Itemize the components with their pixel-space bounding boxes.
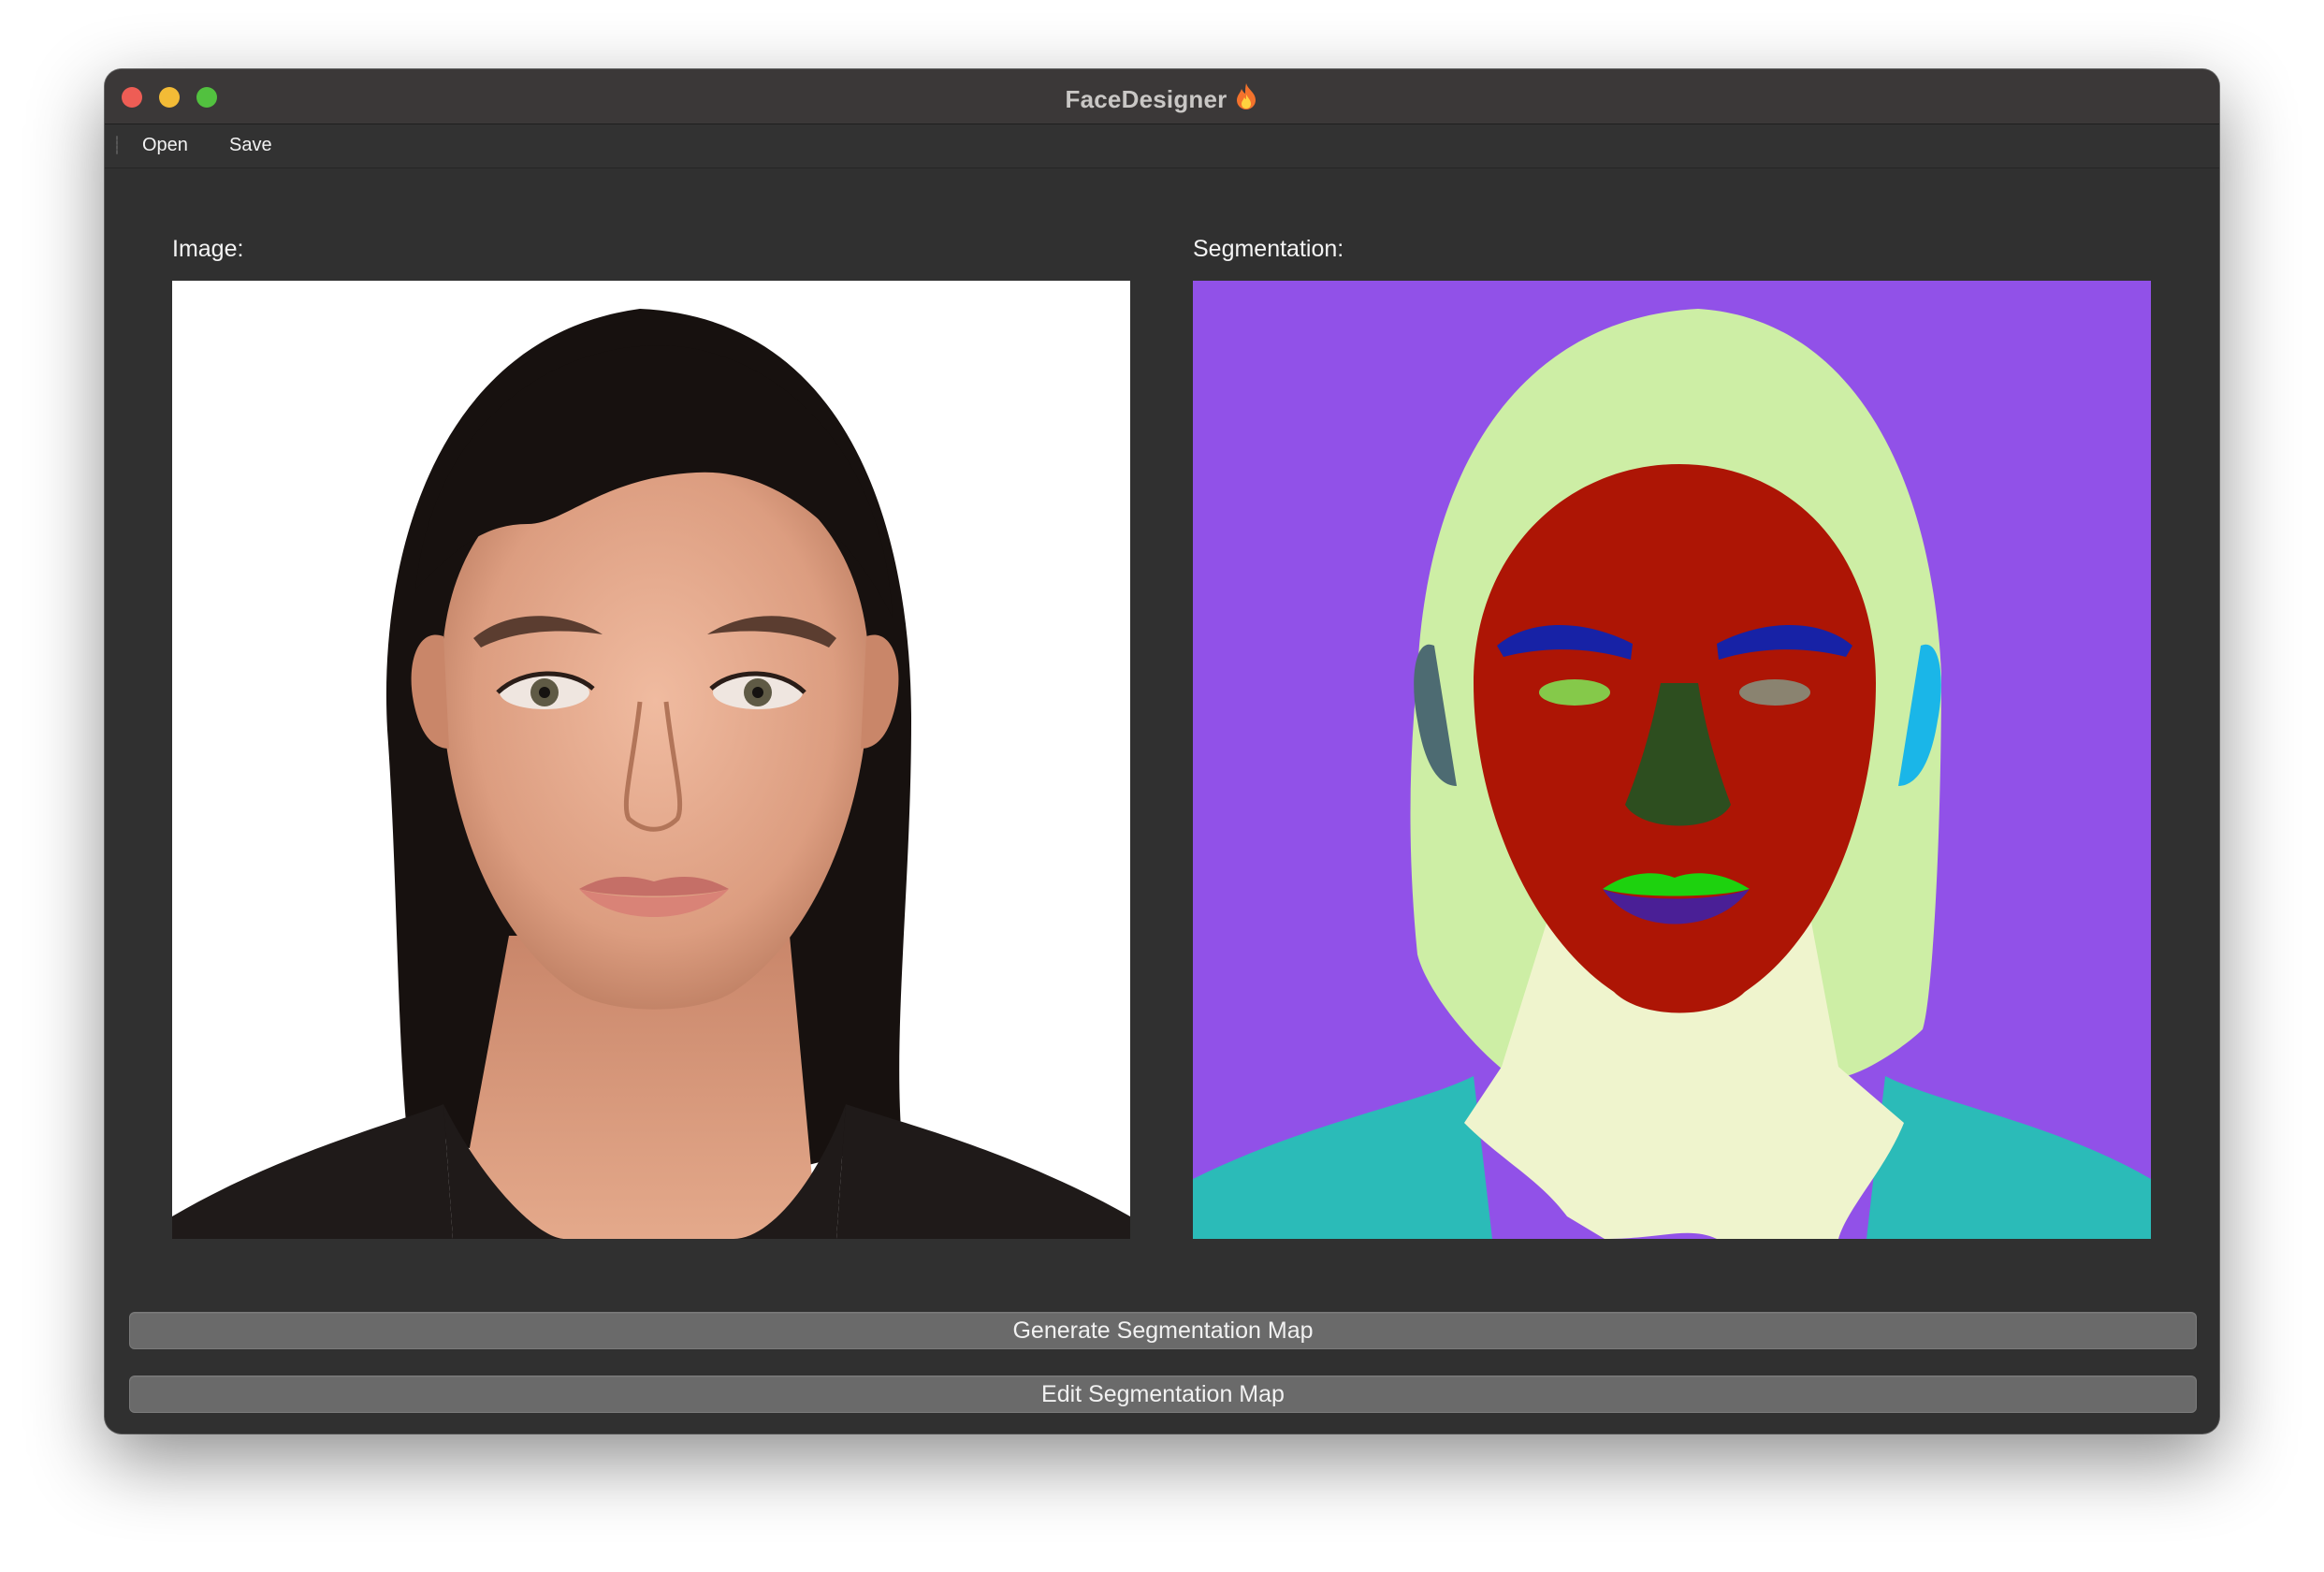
input-image-view (172, 281, 1130, 1239)
segment-left-eye[interactable] (1539, 679, 1610, 706)
menu-bar: Open Save (105, 124, 2219, 168)
image-panel-label: Image: (172, 236, 244, 262)
toolbar-grip-handle[interactable] (116, 136, 118, 154)
segmentation-map[interactable] (1193, 281, 2151, 1239)
title-bar[interactable]: FaceDesigner (105, 69, 2219, 124)
segmentation-map-view[interactable] (1193, 281, 2151, 1239)
open-menu-item[interactable]: Open (142, 135, 188, 156)
edit-segmentation-map-button[interactable]: Edit Segmentation Map (129, 1376, 2197, 1413)
generate-segmentation-map-button[interactable]: Generate Segmentation Map (129, 1312, 2197, 1349)
segmentation-panel-label: Segmentation: (1193, 236, 1344, 262)
save-menu-item[interactable]: Save (229, 135, 272, 156)
fire-icon (1234, 82, 1258, 117)
app-window: FaceDesigner Open Save Image: Segmentati… (105, 69, 2219, 1434)
window-title-text: FaceDesigner (1065, 85, 1227, 113)
face-photo (172, 281, 1130, 1239)
segment-right-eye[interactable] (1739, 679, 1810, 706)
window-title: FaceDesigner (105, 82, 2219, 117)
